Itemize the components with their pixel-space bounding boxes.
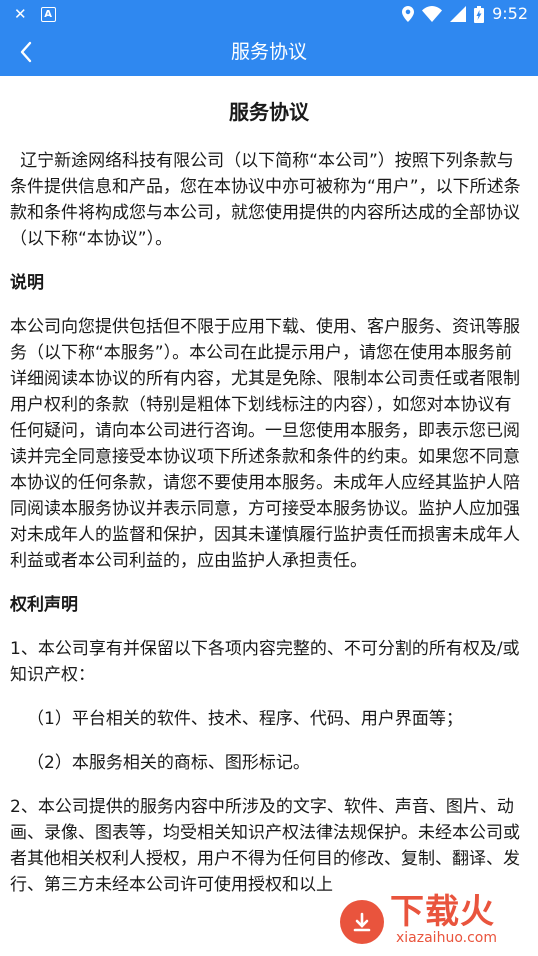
status-bar: ✕ A 9:52	[0, 0, 538, 28]
a-icon: A	[40, 6, 56, 22]
document-title: 服务协议	[229, 100, 309, 124]
section-title-rights: 权利声明	[10, 595, 78, 615]
watermark: 下载火 xiazaihuo.com	[312, 890, 532, 950]
clause-1-item-1: （1）平台相关的软件、技术、程序、代码、用户界面等；	[27, 709, 463, 729]
close-icon: ✕	[14, 5, 27, 23]
section-title-explanation: 说明	[10, 273, 44, 293]
clause-1-item-2: （2）本服务相关的商标、图形标记。	[27, 753, 310, 773]
battery-icon	[474, 5, 485, 23]
page-title: 服务协议	[230, 41, 307, 63]
watermark-text: 下载火	[390, 892, 495, 932]
watermark-url: xiazaihuo.com	[396, 930, 497, 946]
explanation-paragraph: 本公司向您提供包括但不限于应用下载、使用、客户服务、资讯等服务（以下称“本服务”…	[10, 317, 520, 571]
clause-1: 1、本公司享有并保留以下各项内容完整的、不可分割的所有权及/或知识产权：	[10, 639, 520, 685]
clause-2: 2、本公司提供的服务内容中所涉及的文字、软件、声音、图片、动画、录像、图表等，均…	[10, 797, 520, 895]
download-icon	[340, 900, 384, 944]
signal-icon	[450, 6, 467, 22]
agreement-content[interactable]: 服务协议 辽宁新途网络科技有限公司（以下简称“本公司”）按照下列条款与条件提供信…	[10, 76, 528, 956]
wifi-icon	[422, 6, 443, 22]
intro-paragraph: 辽宁新途网络科技有限公司（以下简称“本公司”）按照下列条款与条件提供信息和产品，…	[10, 151, 521, 249]
location-icon	[402, 6, 415, 22]
status-left-icons: ✕ A	[14, 5, 56, 23]
status-time: 9:52	[492, 4, 528, 23]
status-right-icons: 9:52	[402, 4, 528, 24]
app-bar: 服务协议	[0, 28, 538, 76]
